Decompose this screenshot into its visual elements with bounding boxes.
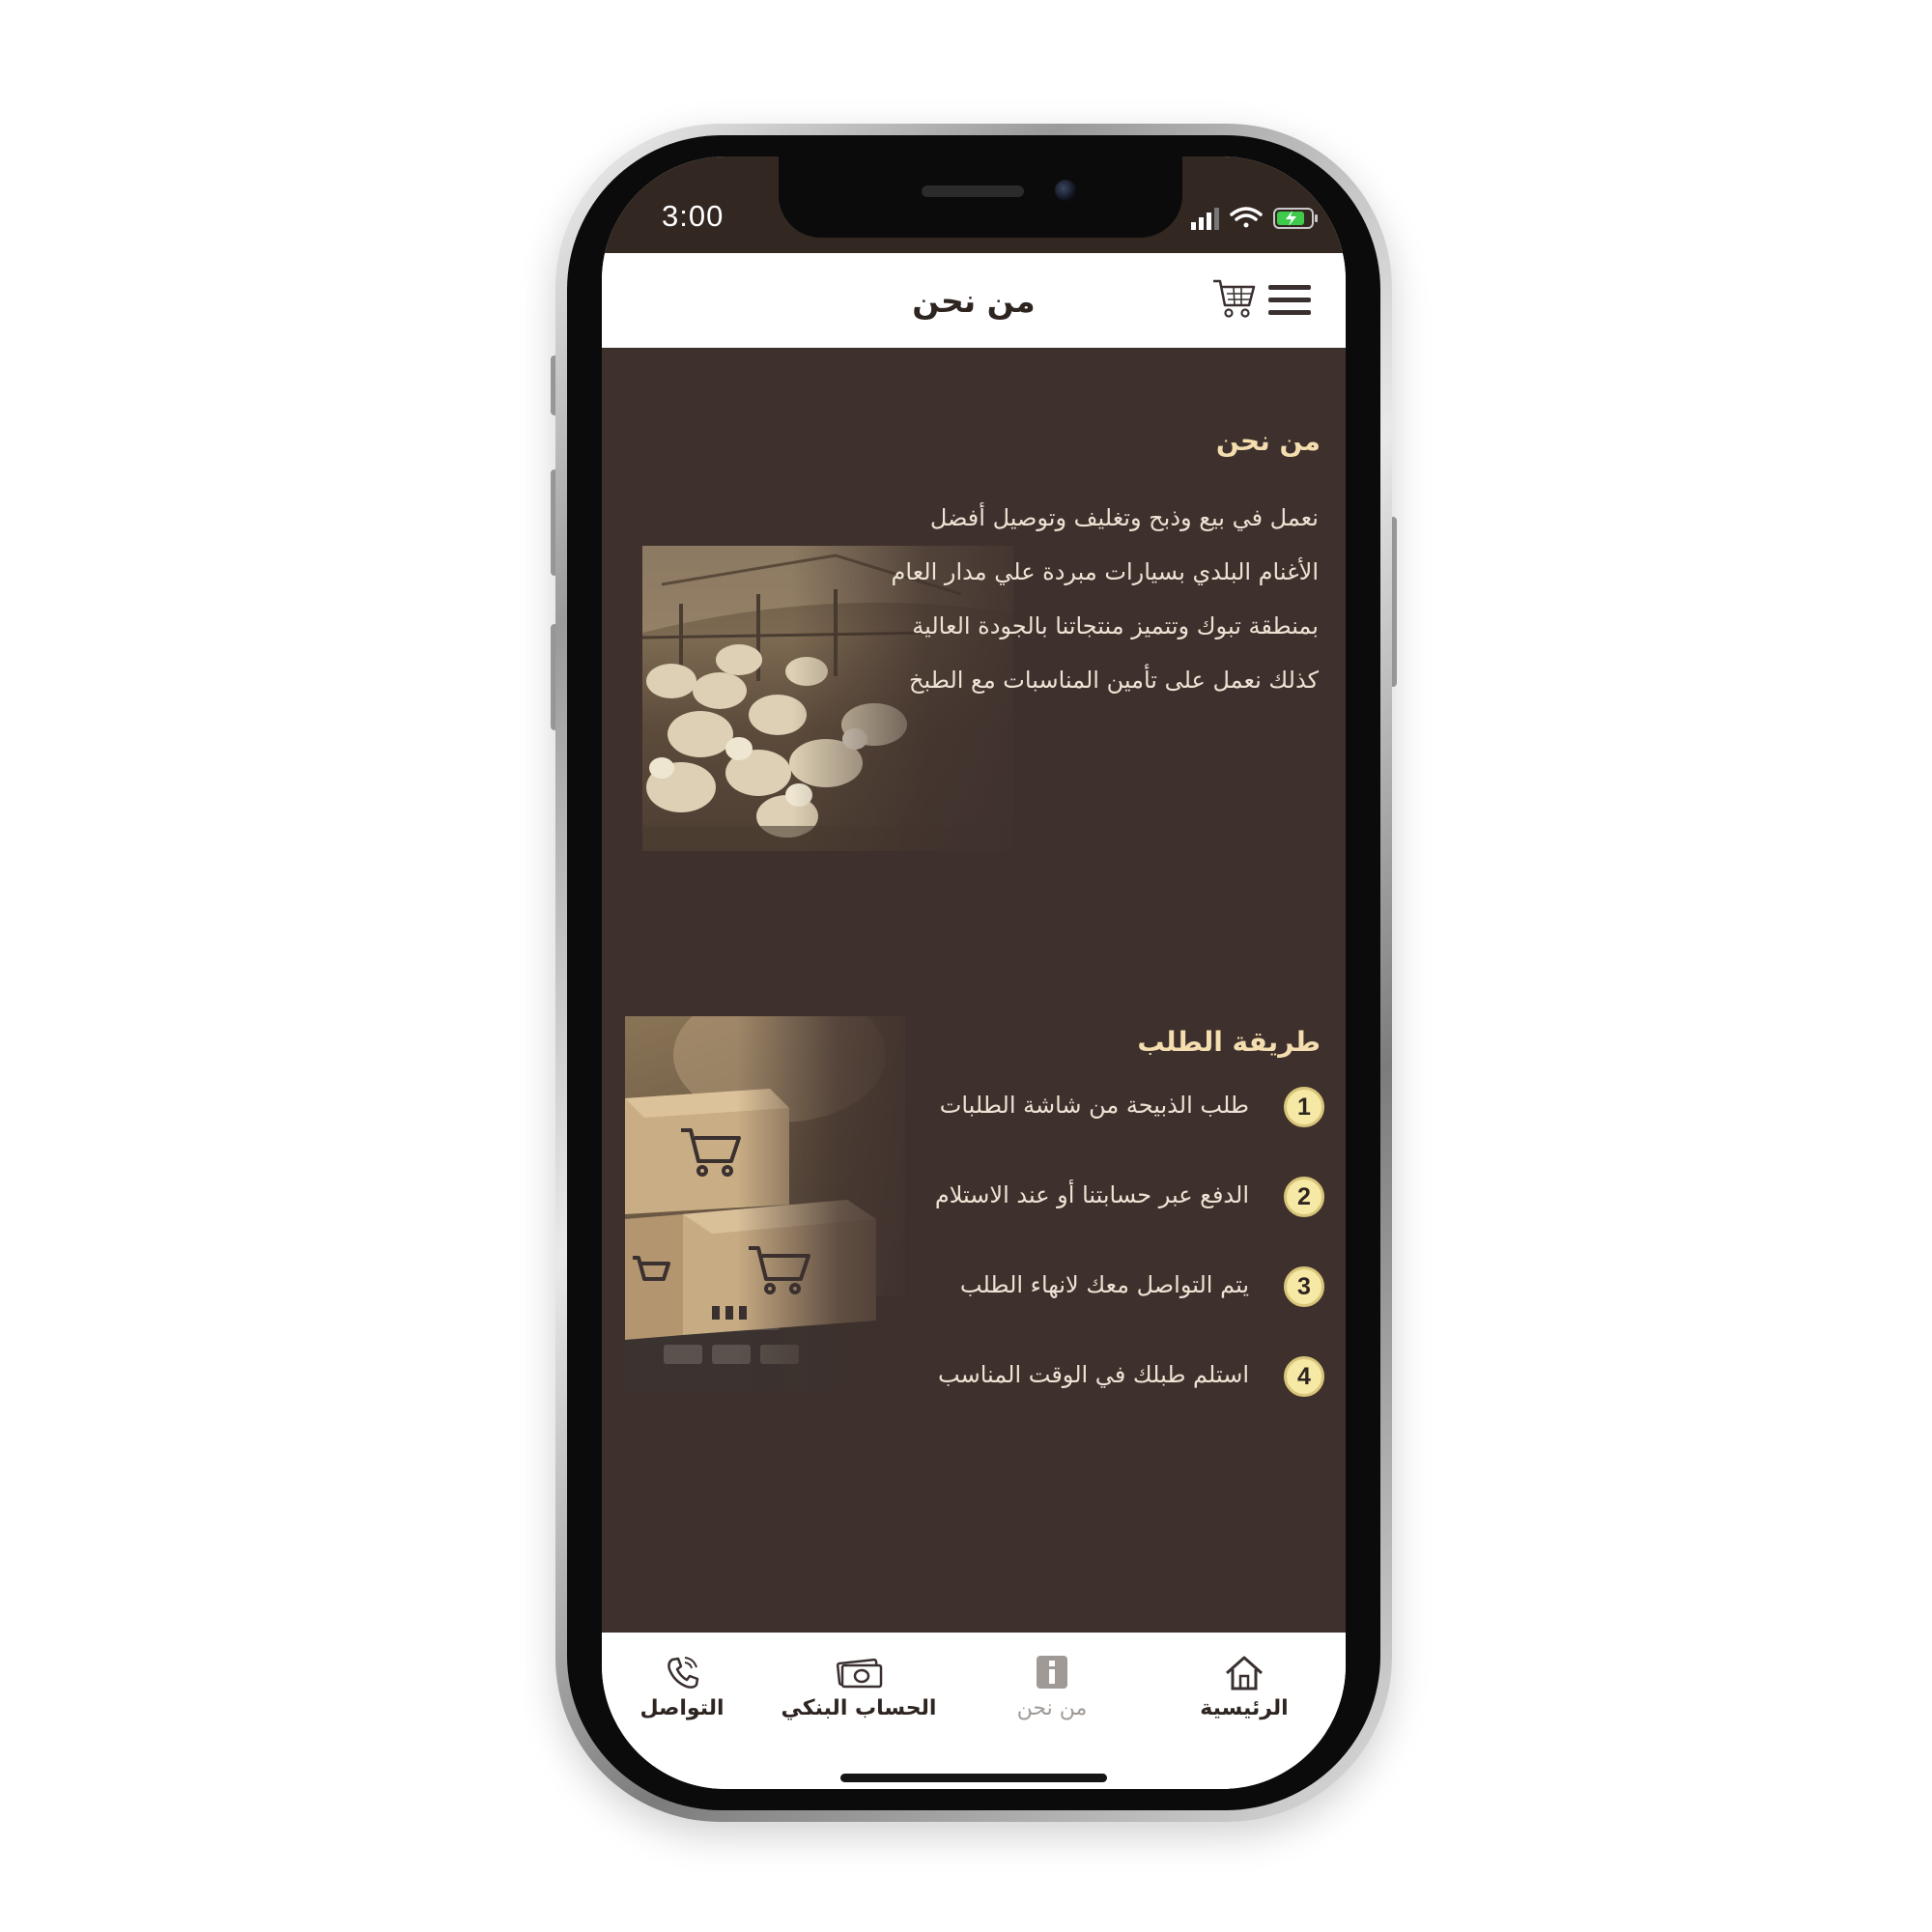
- status-bar: 3:00: [602, 156, 1346, 253]
- step-text: استلم طبلك في الوقت المناسب: [938, 1361, 1249, 1388]
- nav-item-about[interactable]: من نحن: [965, 1652, 1139, 1739]
- step-text: الدفع عبر حسابتنا أو عند الاستلام: [934, 1181, 1249, 1208]
- hamburger-menu-icon: [1268, 285, 1311, 315]
- step-number-badge: 2: [1284, 1177, 1324, 1217]
- speaker-grille: [922, 185, 1024, 197]
- nav-item-bank-account[interactable]: الحساب البنكي: [772, 1652, 946, 1739]
- wifi-icon: [1230, 207, 1263, 228]
- mockup-stage: 3:00 من نحن من نحن نعمل في بيع وذبح وتغل…: [0, 0, 1932, 1932]
- battery-icon: [1273, 208, 1318, 229]
- step-number-badge: 3: [1284, 1266, 1324, 1307]
- home-icon: [1226, 1656, 1263, 1690]
- step-text: يتم التواصل معك لانهاء الطلب: [959, 1271, 1249, 1298]
- signal-icon: [1191, 208, 1219, 230]
- order-step: 2 الدفع عبر حسابتنا أو عند الاستلام: [822, 1174, 1324, 1224]
- bottom-navigation: الرئيسية من نحن الحساب البنكي التواصل: [602, 1633, 1346, 1789]
- about-heading: من نحن: [1215, 425, 1321, 457]
- notch: [779, 156, 1182, 238]
- step-number-badge: 1: [1284, 1087, 1324, 1127]
- about-line: كذلك نعمل على تأمين المناسبات مع الطبخ: [909, 667, 1319, 694]
- cart-button[interactable]: [1210, 276, 1257, 321]
- nav-item-contact[interactable]: التواصل: [602, 1652, 769, 1739]
- status-time: 3:00: [662, 199, 724, 233]
- about-description: نعمل في بيع وذبح وتغليف وتوصيل أفضل الأغ…: [778, 491, 1319, 707]
- nav-label: التواصل: [639, 1696, 724, 1720]
- home-indicator[interactable]: [840, 1774, 1107, 1782]
- order-steps-list: 1 طلب الذبيحة من شاشة الطلبات 2 الدفع عب…: [822, 1084, 1324, 1443]
- info-icon: [1037, 1656, 1067, 1689]
- money-icon: [836, 1658, 883, 1689]
- step-text: طلب الذبيحة من شاشة الطلبات: [939, 1092, 1249, 1119]
- nav-label: الحساب البنكي: [781, 1696, 937, 1720]
- about-line: بمنطقة تبوك وتتميز منتجاتنا بالجودة العا…: [912, 612, 1319, 639]
- shopping-cart-icon: [1213, 279, 1256, 318]
- nav-label: الرئيسية: [1200, 1696, 1289, 1720]
- app-header: من نحن: [602, 253, 1346, 348]
- menu-button[interactable]: [1266, 282, 1313, 319]
- order-method-heading: طريقة الطلب: [1137, 1026, 1321, 1058]
- order-step: 3 يتم التواصل معك لانهاء الطلب: [822, 1264, 1324, 1314]
- status-icons: [1191, 207, 1318, 230]
- nav-label: من نحن: [1016, 1696, 1088, 1720]
- about-line: الأغنام البلدي بسيارات مبردة علي مدار ال…: [891, 558, 1319, 585]
- about-line: نعمل في بيع وذبح وتغليف وتوصيل أفضل: [929, 504, 1319, 531]
- phone-icon: [668, 1657, 699, 1689]
- phone-screen: 3:00 من نحن من نحن نعمل في بيع وذبح وتغل…: [602, 156, 1346, 1789]
- front-camera: [1055, 180, 1076, 201]
- step-number-badge: 4: [1284, 1356, 1324, 1397]
- nav-item-home[interactable]: الرئيسية: [1157, 1652, 1331, 1739]
- order-step: 4 استلم طبلك في الوقت المناسب: [822, 1353, 1324, 1404]
- about-page-content: من نحن نعمل في بيع وذبح وتغليف وتوصيل أف…: [602, 348, 1346, 1633]
- order-step: 1 طلب الذبيحة من شاشة الطلبات: [822, 1084, 1324, 1134]
